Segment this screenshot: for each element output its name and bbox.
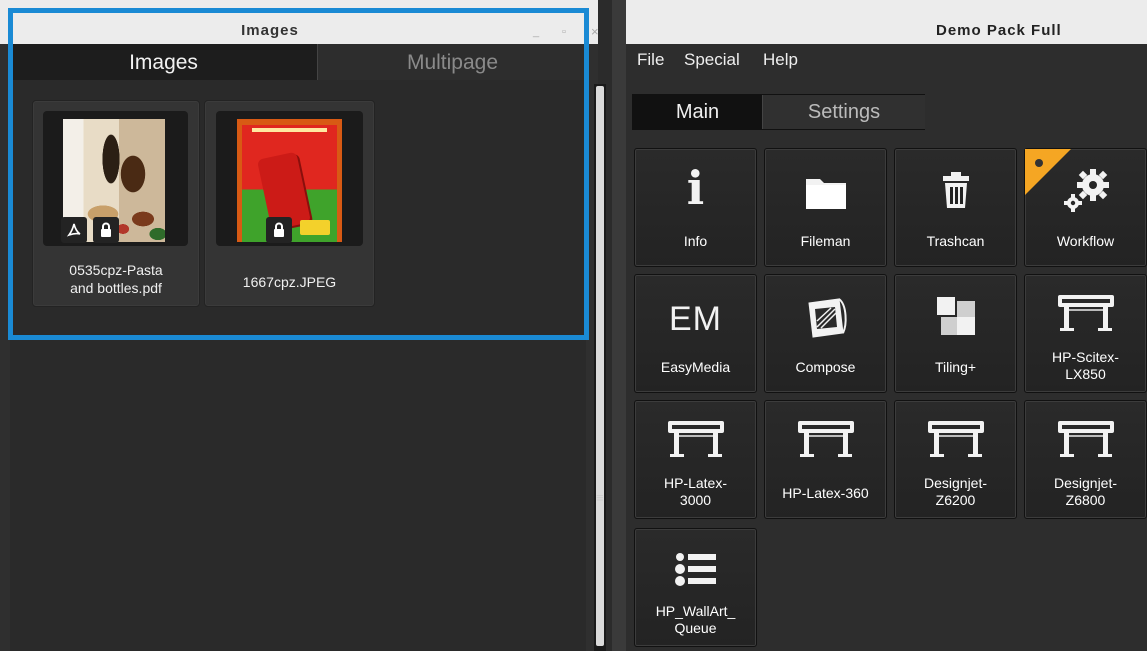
tile-trashcan[interactable]: Trashcan bbox=[894, 148, 1017, 267]
minimize-button[interactable]: _ bbox=[533, 26, 539, 38]
lock-icon bbox=[266, 217, 292, 243]
printer-icon bbox=[765, 419, 886, 464]
tile-label: EasyMedia bbox=[660, 359, 731, 375]
tab-settings[interactable]: Settings bbox=[762, 95, 925, 129]
file-thumbnail-frame bbox=[43, 111, 188, 246]
tile-compose[interactable]: Compose bbox=[764, 274, 887, 393]
menu-special[interactable]: Special bbox=[684, 50, 740, 70]
tile-label: Workflow bbox=[1056, 233, 1115, 249]
menu-help[interactable]: Help bbox=[763, 50, 798, 70]
lock-icon bbox=[93, 217, 119, 243]
queue-list-icon bbox=[635, 551, 756, 592]
tiling-icon bbox=[895, 295, 1016, 342]
close-button[interactable]: × bbox=[591, 24, 599, 39]
tile-fileman[interactable]: Fileman bbox=[764, 148, 887, 267]
demo-pack-window: Demo Pack Full File Special Help Main Se… bbox=[626, 0, 1147, 651]
tile-info[interactable]: i Info bbox=[634, 148, 757, 267]
menu-file[interactable]: File bbox=[637, 50, 664, 70]
file-card-pasta[interactable]: 0535cpz-Pasta and bottles.pdf bbox=[32, 100, 200, 307]
tile-hp-latex-360[interactable]: HP-Latex-360 bbox=[764, 400, 887, 519]
tile-label: Fileman bbox=[800, 233, 851, 249]
tile-hp-latex-3000[interactable]: HP-Latex- 3000 bbox=[634, 400, 757, 519]
tile-designjet-z6800[interactable]: Designjet- Z6800 bbox=[1024, 400, 1147, 519]
menu-bar: File Special Help bbox=[626, 44, 1147, 78]
tile-label: HP-Latex-360 bbox=[782, 485, 869, 501]
images-tabbar: Images Multipage bbox=[10, 44, 587, 80]
tile-hp-wallart-queue[interactable]: HP_WallArt_ Queue bbox=[634, 528, 757, 647]
file-card-jpeg[interactable]: 1667cpz.JPEG bbox=[204, 100, 375, 307]
demo-pack-titlebar[interactable]: Demo Pack Full bbox=[626, 0, 1147, 44]
folder-icon bbox=[765, 173, 886, 216]
tile-tiling[interactable]: Tiling+ bbox=[894, 274, 1017, 393]
tab-multipage[interactable]: Multipage bbox=[317, 44, 587, 80]
price-tag-shape bbox=[300, 220, 330, 235]
file-name: 1667cpz.JPEG bbox=[242, 274, 337, 290]
tile-label: HP_WallArt_ Queue bbox=[655, 603, 736, 636]
resize-handle[interactable]: ≡ bbox=[596, 490, 604, 505]
printer-icon bbox=[1025, 293, 1146, 338]
tile-label: HP-Scitex- LX850 bbox=[1052, 349, 1119, 382]
tile-label: Compose bbox=[795, 359, 856, 375]
tile-workflow[interactable]: Workflow bbox=[1024, 148, 1147, 267]
window-divider bbox=[612, 0, 626, 651]
tile-label: Trashcan bbox=[926, 233, 985, 249]
trash-icon bbox=[895, 171, 1016, 214]
tile-label: HP-Latex- 3000 bbox=[663, 475, 728, 508]
demo-pack-title: Demo Pack Full bbox=[936, 22, 1062, 39]
workflow-flag-dot bbox=[1035, 159, 1043, 167]
info-icon: i bbox=[686, 161, 705, 215]
easymedia-icon: EM bbox=[669, 300, 722, 338]
tile-label: Designjet- Z6200 bbox=[923, 475, 988, 508]
scrollbar-thumb[interactable] bbox=[596, 86, 604, 646]
printer-icon bbox=[635, 419, 756, 464]
images-window-title: Images bbox=[241, 22, 299, 39]
tile-label: Designjet- Z6800 bbox=[1053, 475, 1118, 508]
file-thumbnail-frame bbox=[216, 111, 363, 246]
printer-icon bbox=[1025, 419, 1146, 464]
main-tabbar: Main Settings bbox=[632, 94, 925, 130]
images-window: Images _ ▫ × Images Multipage 0535cpz-Pa… bbox=[0, 0, 599, 651]
gears-icon bbox=[1025, 167, 1146, 220]
tile-label: Info bbox=[683, 233, 708, 249]
tab-images[interactable]: Images bbox=[10, 44, 317, 80]
tile-easymedia[interactable]: EM EasyMedia bbox=[634, 274, 757, 393]
compose-icon bbox=[765, 295, 886, 344]
images-scrollbar[interactable] bbox=[594, 84, 606, 651]
file-name: 0535cpz-Pasta and bottles.pdf bbox=[69, 262, 163, 296]
images-window-titlebar[interactable]: Images _ ▫ × bbox=[0, 0, 599, 44]
tile-label: Tiling+ bbox=[934, 359, 977, 375]
tile-designjet-z6200[interactable]: Designjet- Z6200 bbox=[894, 400, 1017, 519]
tab-main[interactable]: Main bbox=[633, 95, 762, 129]
ad-header-strip bbox=[252, 128, 327, 132]
pdf-icon bbox=[61, 217, 87, 243]
tile-hp-scitex-lx850[interactable]: HP-Scitex- LX850 bbox=[1024, 274, 1147, 393]
maximize-button[interactable]: ▫ bbox=[562, 26, 566, 38]
printer-icon bbox=[895, 419, 1016, 464]
